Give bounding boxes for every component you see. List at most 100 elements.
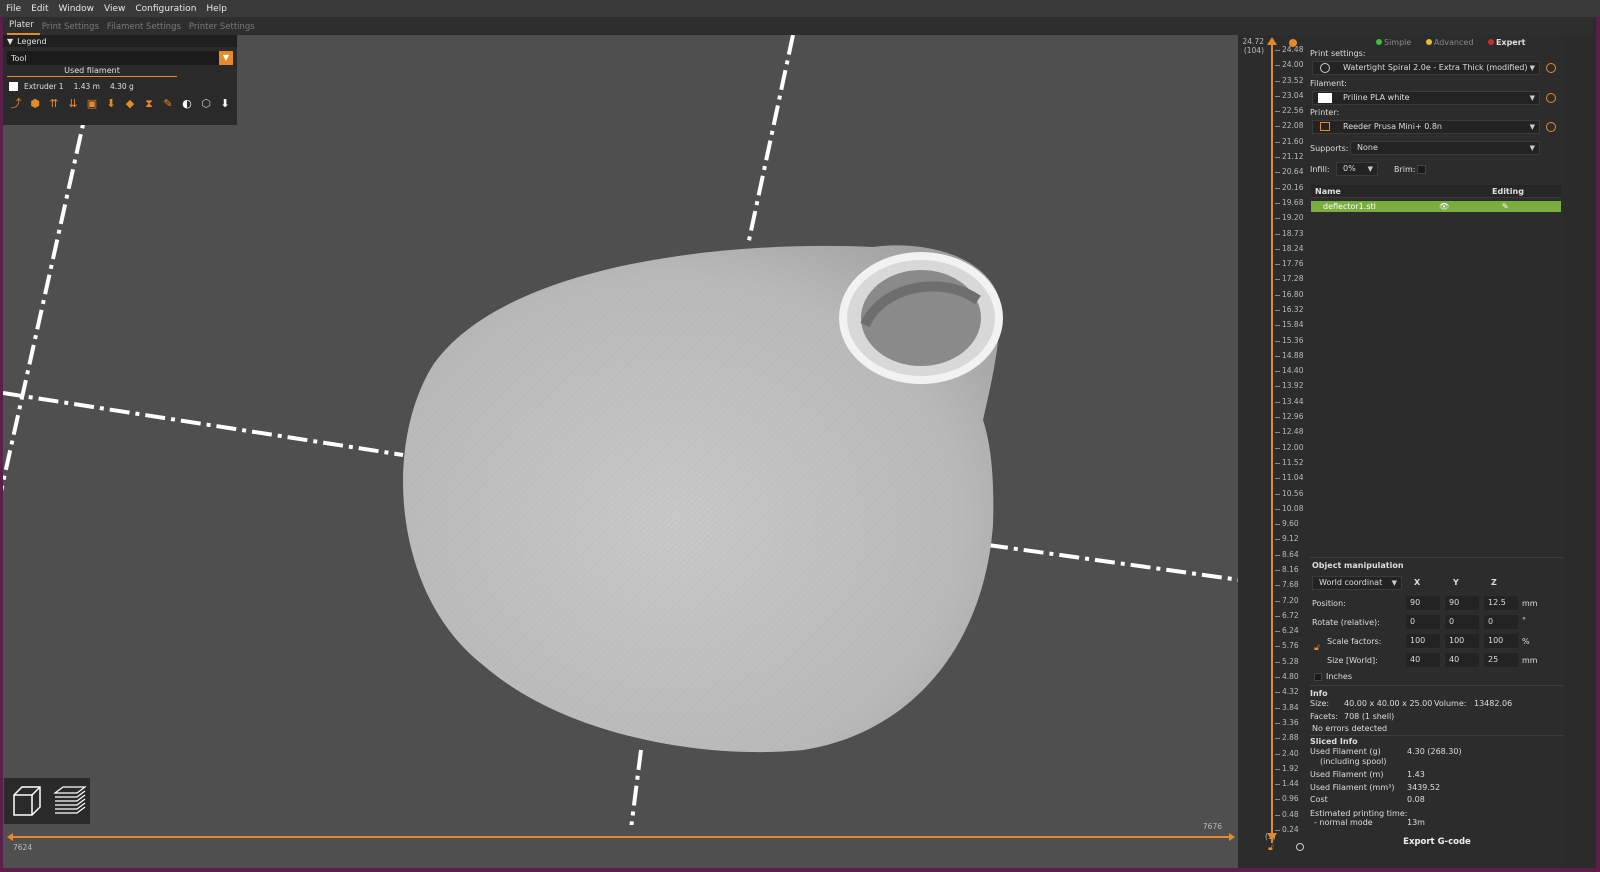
seams-icon[interactable]: ▣	[85, 97, 99, 111]
color-changes-icon[interactable]: ◆	[123, 97, 137, 111]
layer-tick-mark	[1275, 202, 1280, 204]
menu-help[interactable]: Help	[206, 4, 227, 14]
view-type-select[interactable]: Tool ▼	[7, 51, 233, 65]
layer-tick-mark	[1275, 738, 1280, 740]
wipe-icon[interactable]: ⬢	[28, 97, 42, 111]
info-volume-value: 13482.06	[1474, 699, 1513, 708]
menu-edit[interactable]: Edit	[31, 4, 48, 14]
shells-icon[interactable]: ⬡	[199, 97, 213, 111]
collapse-triangle-icon[interactable]: ▼	[7, 37, 13, 46]
manipulation-title: Object manipulation	[1312, 561, 1404, 570]
layer-tick-mark	[1275, 615, 1280, 617]
chevron-down-icon[interactable]: ▼	[219, 51, 233, 65]
rotate-z-input[interactable]: 0	[1484, 615, 1518, 629]
3d-view-icon[interactable]	[8, 783, 44, 819]
mode-simple[interactable]: Simple	[1376, 38, 1417, 47]
infill-label: Infill:	[1310, 165, 1330, 174]
position-y-input[interactable]: 90	[1445, 596, 1479, 610]
x-axis-line-right	[987, 543, 1241, 582]
printer-select[interactable]: Reeder Prusa Mini+ 0.8n ▼	[1312, 120, 1540, 134]
size-z-input[interactable]: 25	[1484, 653, 1518, 667]
layer-tick-mark	[1275, 462, 1280, 464]
rotate-y-input[interactable]: 0	[1445, 615, 1479, 629]
infill-select[interactable]: 0% ▼	[1336, 162, 1378, 176]
tab-filament-settings[interactable]: Filament Settings	[105, 22, 187, 35]
layer-slider[interactable]: 24.72 (104) 24.48 24.00 23.52 23.04 22.56 22.…	[1238, 35, 1310, 868]
lock-icon[interactable]: 🔓︎	[1268, 843, 1274, 853]
menu-view[interactable]: View	[104, 4, 125, 14]
layer-tick-mark	[1275, 677, 1280, 679]
deretractions-icon[interactable]: ⇊	[66, 97, 80, 111]
slider-bottom-thumb[interactable]	[1267, 833, 1277, 841]
info-errors: No errors detected	[1312, 724, 1388, 733]
layer-tick-label: 2.40	[1282, 748, 1299, 758]
moves-right-thumb[interactable]	[1229, 833, 1235, 841]
layer-tick-mark	[1275, 50, 1280, 51]
extruder-row: Extruder 1 1.43 m 4.30 g	[3, 77, 237, 91]
3d-viewport[interactable]	[3, 35, 1273, 868]
custom-gcode-icon[interactable]: ✎	[161, 97, 175, 111]
menu-file[interactable]: File	[6, 4, 21, 14]
mode-advanced[interactable]: Advanced	[1425, 38, 1480, 47]
col-editing[interactable]: Editing	[1492, 185, 1524, 198]
coordinate-system-select[interactable]: World coordinat ▼	[1312, 576, 1402, 590]
settings-icon[interactable]	[1296, 843, 1304, 851]
chevron-down-icon: ▼	[1529, 144, 1535, 152]
info-facets-label: Facets:	[1310, 712, 1339, 721]
cog-icon[interactable]	[1289, 39, 1297, 47]
tab-plater[interactable]: Plater	[7, 20, 40, 35]
size-x-input[interactable]: 40	[1406, 653, 1440, 667]
rotate-x-input[interactable]: 0	[1406, 615, 1440, 629]
tool-marker-icon[interactable]: ⬇	[218, 97, 232, 111]
scale-z-input[interactable]: 100	[1484, 634, 1518, 648]
print-settings-edit-icon[interactable]	[1546, 63, 1556, 73]
menu-window[interactable]: Window	[59, 4, 95, 14]
moves-slider[interactable]: 7624 7676	[3, 822, 1238, 868]
layer-tick-mark	[1275, 830, 1280, 831]
export-gcode-button[interactable]: Export G-code	[1310, 833, 1564, 851]
layer-tick-mark	[1275, 294, 1280, 296]
layer-slider-rail[interactable]	[1271, 43, 1273, 843]
size-label: Size [World]:	[1327, 656, 1378, 665]
lock-icon[interactable]: 🔓︎	[1314, 643, 1320, 653]
rotate-label: Rotate (relative):	[1312, 618, 1380, 627]
moves-left-thumb[interactable]	[7, 833, 13, 841]
brim-checkbox[interactable]	[1417, 165, 1426, 174]
legend-header[interactable]: ▼ Legend	[3, 35, 237, 47]
layer-tick-label: 16.32	[1282, 305, 1304, 314]
divider	[1310, 735, 1564, 736]
inches-checkbox[interactable]	[1314, 673, 1322, 681]
col-name[interactable]: Name	[1315, 185, 1341, 198]
layer-tick-label: 9.12	[1282, 534, 1299, 544]
moves-slider-rail[interactable]	[11, 836, 1233, 838]
position-x-input[interactable]: 90	[1406, 596, 1440, 610]
printer-edit-icon[interactable]	[1546, 122, 1556, 132]
preview-layers-icon[interactable]	[51, 783, 87, 819]
slider-top-thumb[interactable]	[1267, 37, 1277, 45]
edit-icon[interactable]: ✎	[1502, 201, 1509, 212]
layer-tick-label: 3.36	[1282, 717, 1299, 727]
print-settings-label: Print settings:	[1310, 49, 1366, 58]
layer-tick-mark	[1275, 401, 1280, 403]
scale-y-input[interactable]: 100	[1445, 634, 1479, 648]
position-z-input[interactable]: 12.5	[1484, 596, 1518, 610]
size-y-input[interactable]: 40	[1445, 653, 1479, 667]
supports-select[interactable]: None ▼	[1350, 141, 1540, 155]
center-of-gravity-icon[interactable]: ◐	[180, 97, 194, 111]
tab-print-settings[interactable]: Print Settings	[40, 22, 105, 35]
filament-color-swatch[interactable]	[1318, 93, 1332, 103]
menu-configuration[interactable]: Configuration	[135, 4, 196, 14]
object-row[interactable]: deflector1.stl 👁︎ ✎	[1311, 201, 1561, 212]
filament-select[interactable]: Priline PLA white ▼	[1312, 91, 1540, 105]
filament-edit-icon[interactable]	[1546, 93, 1556, 103]
tool-changes-icon[interactable]: ⬇	[104, 97, 118, 111]
travel-icon[interactable]: ⤴	[9, 97, 23, 111]
layer-tick-mark	[1275, 554, 1280, 556]
eye-icon[interactable]: 👁︎	[1439, 201, 1449, 212]
tab-printer-settings[interactable]: Printer Settings	[187, 22, 261, 35]
print-settings-select[interactable]: Watertight Spiral 2.0e - Extra Thick (mo…	[1312, 61, 1540, 75]
scale-x-input[interactable]: 100	[1406, 634, 1440, 648]
mode-expert[interactable]: Expert	[1487, 38, 1532, 47]
pause-icon[interactable]: ⧗	[142, 97, 156, 111]
retractions-icon[interactable]: ⇈	[47, 97, 61, 111]
